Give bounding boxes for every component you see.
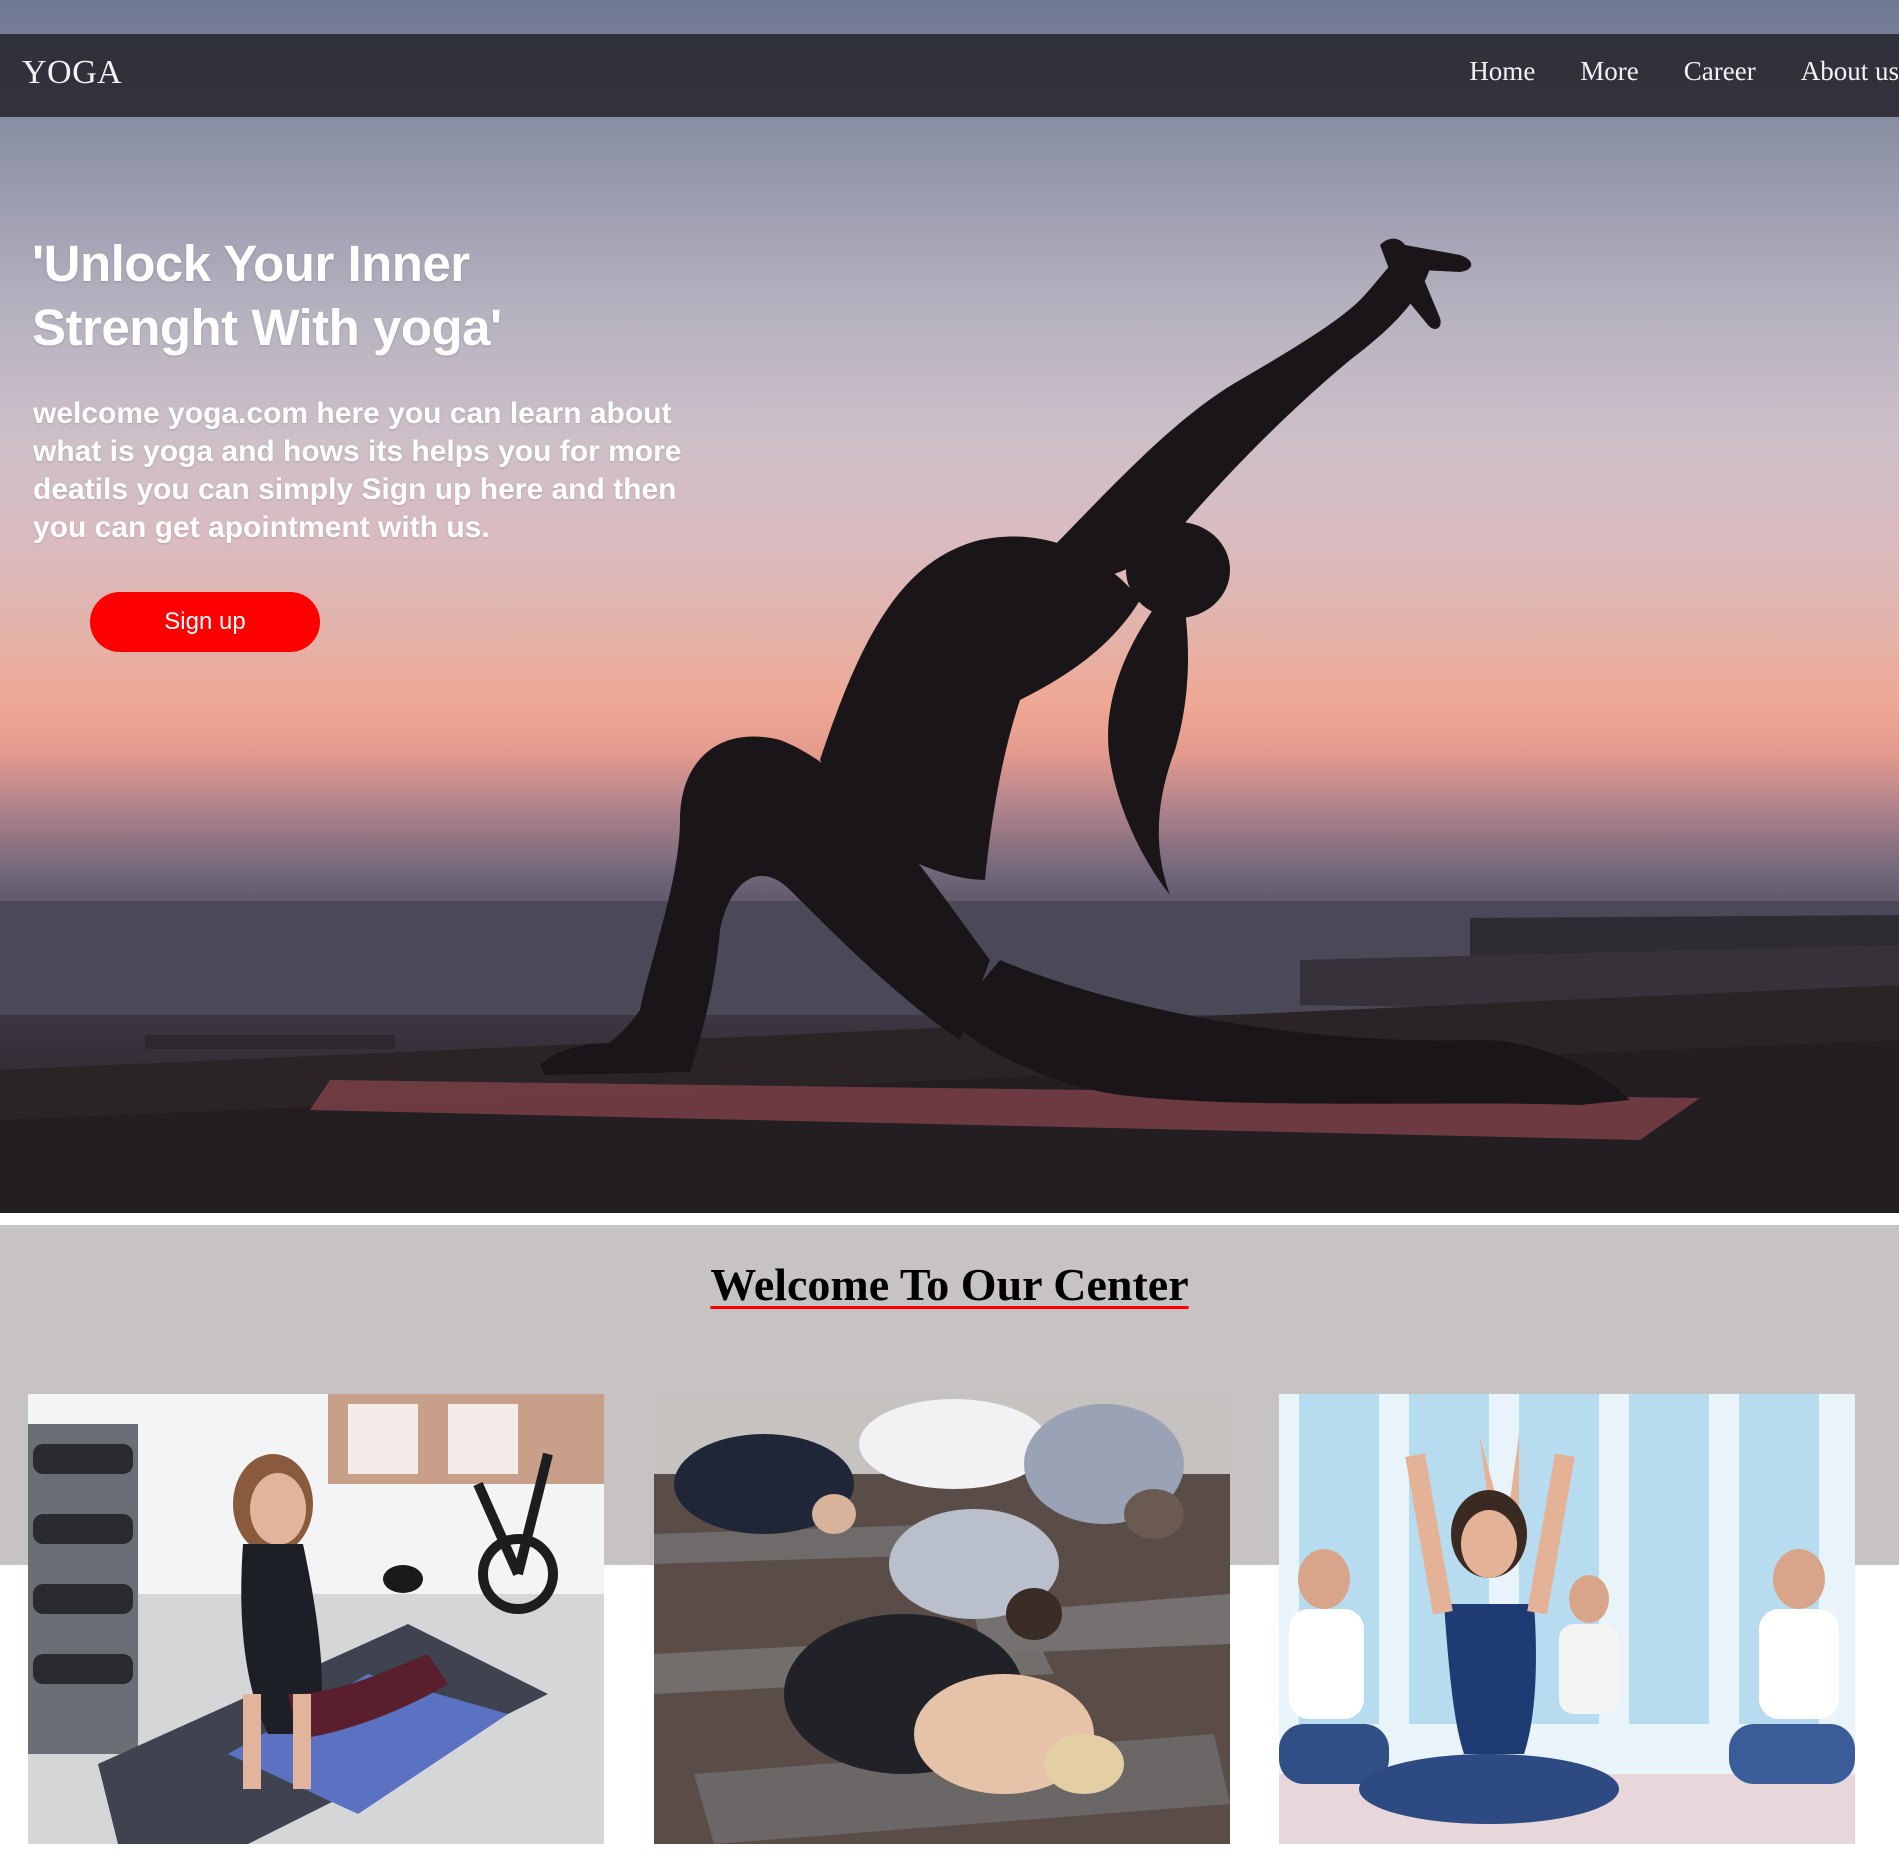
brand-logo[interactable]: YOGA bbox=[22, 54, 122, 92]
hero-description-line: deatils you can simply Sign up here and … bbox=[33, 473, 677, 506]
hero-section: YOGA Home More Career About us 'Unlock Y… bbox=[0, 0, 1899, 1213]
nav-link-about-us[interactable]: About us bbox=[1801, 52, 1899, 87]
section-title: Welcome To Our Center bbox=[0, 1258, 1899, 1311]
nav-link-more[interactable]: More bbox=[1580, 52, 1638, 87]
hero-description-line: what is yoga and hows its helps you for … bbox=[33, 435, 682, 468]
gallery-image-meditation-class bbox=[1279, 1394, 1855, 1844]
nav-link-career[interactable]: Career bbox=[1684, 52, 1756, 87]
section-title-text: Welcome To Our Center bbox=[710, 1259, 1189, 1310]
hero-description-line: welcome yoga.com here you can learn abou… bbox=[33, 397, 672, 430]
gallery-image-childs-pose-class bbox=[654, 1394, 1230, 1844]
hero-description: welcome yoga.com here you can learn abou… bbox=[33, 395, 713, 547]
hero-description-line: you can get apointment with us. bbox=[33, 511, 490, 544]
nav-link-home[interactable]: Home bbox=[1469, 52, 1535, 87]
hero-title: 'Unlock Your Inner Strenght With yoga' bbox=[32, 232, 732, 360]
nav-links: Home More Career About us bbox=[1424, 52, 1899, 87]
hero-title-line: 'Unlock Your Inner bbox=[32, 235, 470, 292]
section-divider bbox=[0, 1213, 1899, 1225]
gallery-image-gym-stretch bbox=[28, 1394, 604, 1844]
hero-title-line: Strenght With yoga' bbox=[32, 299, 502, 356]
signup-button[interactable]: Sign up bbox=[90, 592, 320, 652]
navbar: YOGA Home More Career About us bbox=[0, 34, 1899, 117]
